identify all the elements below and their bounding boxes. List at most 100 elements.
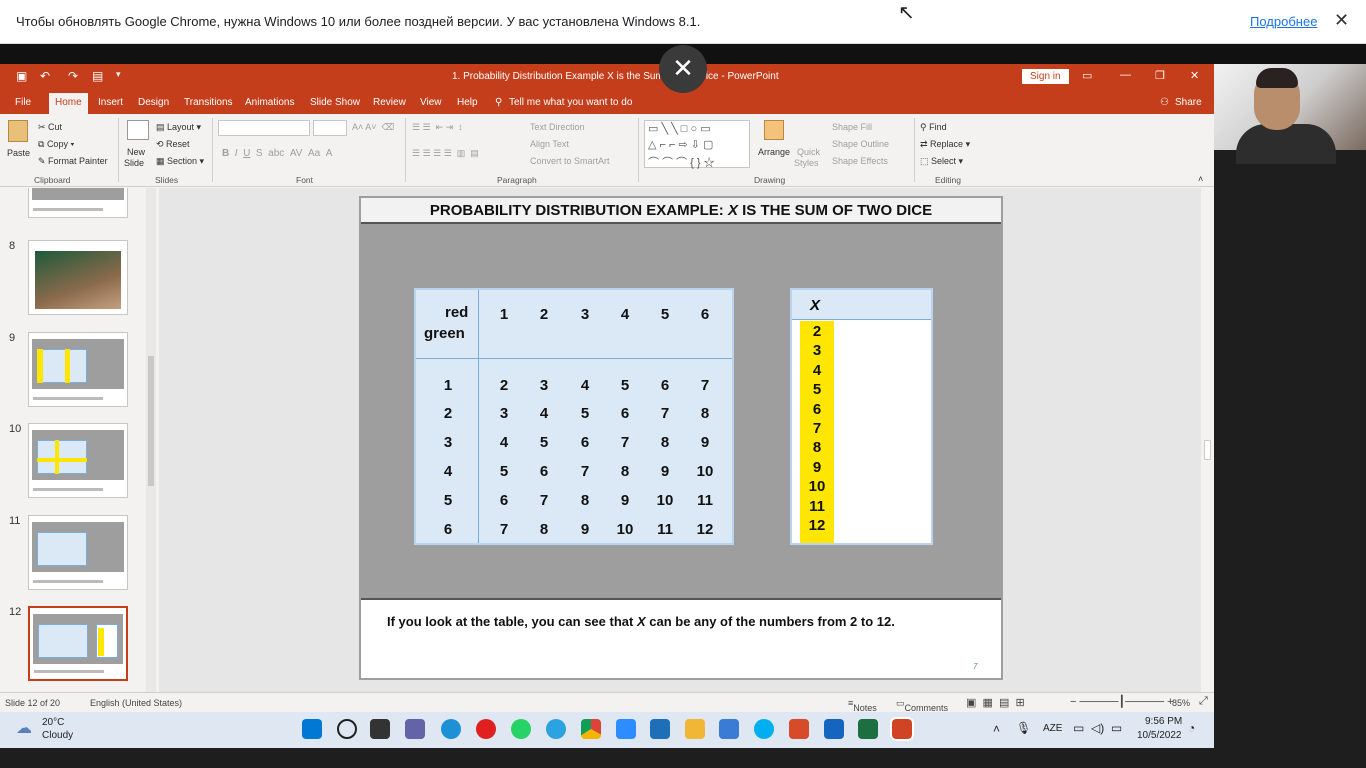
share-button[interactable]: Share [1175,97,1202,108]
notes-button[interactable]: ≡ Notes [848,698,877,713]
shape-outline-button[interactable]: Shape Outline [832,139,889,149]
slide-thumbnail-12[interactable] [28,606,128,681]
cut-button[interactable]: ✂ Cut [38,122,62,133]
start-slideshow-icon[interactable]: ▤ [92,69,103,83]
slide-thumbnail-10[interactable] [28,423,128,498]
font-format-icons[interactable]: B I U S abc AV Aa A [222,148,332,159]
app-icon[interactable] [789,719,809,739]
font-size-icons[interactable]: A˄ A˅ ⌫ [352,122,394,133]
new-slide-button-line2[interactable]: Slide [124,158,144,168]
edge-icon[interactable] [441,719,461,739]
tab-review[interactable]: Review [373,97,406,108]
copy-button[interactable]: ⧉ Copy ▾ [38,139,74,150]
start-icon[interactable] [302,719,322,739]
tab-animations[interactable]: Animations [245,97,294,108]
window-close-icon[interactable]: ✕ [1190,69,1199,82]
tab-view[interactable]: View [420,97,442,108]
section-button[interactable]: ▦ Section ▾ [156,156,204,167]
tell-me-search[interactable]: Tell me what you want to do [509,97,632,108]
chrome-icon[interactable] [581,719,601,739]
maximize-icon[interactable]: ❐ [1155,69,1165,82]
replace-button[interactable]: ⇄ Replace ▾ [920,139,970,150]
font-size-input[interactable] [313,120,347,136]
text-direction-button[interactable]: Text Direction [530,122,585,132]
zoom-level[interactable]: 85% [1172,698,1190,708]
clock-date[interactable]: 10/5/2022 [1137,730,1182,741]
slide-scrollbar[interactable] [1201,188,1214,692]
search-icon[interactable] [337,719,357,739]
paste-icon[interactable] [8,120,28,142]
microphone-icon[interactable]: 🎙 [1016,721,1031,735]
task-view-icon[interactable] [370,719,390,739]
save-icon[interactable]: ▣ [16,69,27,83]
font-name-input[interactable] [218,120,310,136]
layout-button[interactable]: ▤ Layout ▾ [156,122,201,133]
align-icons[interactable]: ☰ ☰ ☰ ☰ ▥ ▤ [412,148,479,159]
redo-icon[interactable]: ↷ [68,69,78,83]
weather-temp[interactable]: 20°C [42,717,64,728]
skype-icon[interactable] [754,719,774,739]
tab-slide-show[interactable]: Slide Show [310,97,360,108]
overlay-close-button[interactable]: ✕ [659,45,707,93]
quick-styles-button-line2[interactable]: Styles [794,158,819,168]
input-language[interactable]: AZE [1043,723,1062,734]
shape-fill-button[interactable]: Shape Fill [832,122,872,132]
quick-styles-button[interactable]: Quick [797,147,820,157]
list-icons[interactable]: ☰ ☰ ⇤ ⇥ ↕ [412,122,463,133]
undo-icon[interactable]: ↶ [40,69,50,83]
file-explorer-icon[interactable] [685,719,705,739]
x-value: 8 [812,439,822,457]
photos-icon[interactable] [824,719,844,739]
weather-desc[interactable]: Cloudy [42,730,73,741]
ribbon-display-icon[interactable]: ▭ [1082,69,1092,82]
slide-thumbnail-8[interactable] [28,240,128,315]
tab-transitions[interactable]: Transitions [184,97,233,108]
notifications-icon[interactable]: ◔ [1188,721,1195,735]
arrange-button[interactable]: Arrange [758,147,790,157]
minimize-icon[interactable]: — [1120,69,1131,81]
thumbnail-scrollbar[interactable] [146,188,156,692]
slide-thumbnail-7[interactable] [28,188,128,218]
zoom-icon[interactable] [616,719,636,739]
current-slide[interactable]: PROBABILITY DISTRIBUTION EXAMPLE: X IS T… [359,196,1003,680]
align-text-button[interactable]: Align Text [530,139,569,149]
network-volume-battery-icons[interactable]: ▭ ◁) ▭ [1073,721,1122,735]
format-painter-button[interactable]: ✎ Format Painter [38,156,108,167]
convert-smartart-button[interactable]: Convert to SmartArt [530,156,610,166]
new-slide-button[interactable]: New [127,147,145,157]
comments-button[interactable]: ▭ Comments [896,698,948,713]
tab-help[interactable]: Help [457,97,478,108]
powerpoint-icon[interactable] [890,717,914,741]
whiteboard-icon[interactable] [650,719,670,739]
clock-time[interactable]: 9:56 PM [1145,716,1182,727]
tab-design[interactable]: Design [138,97,169,108]
paste-button[interactable]: Paste [7,148,30,158]
shape-effects-button[interactable]: Shape Effects [832,156,888,166]
telegram-icon[interactable] [546,719,566,739]
tab-home[interactable]: Home [49,93,88,114]
infobar-close-icon[interactable]: ✕ [1334,10,1349,31]
select-button[interactable]: ⬚ Select ▾ [920,156,963,167]
record-icon[interactable] [476,719,496,739]
store-icon[interactable] [719,719,739,739]
slide-thumbnail-11[interactable] [28,515,128,590]
tab-insert[interactable]: Insert [98,97,123,108]
view-buttons[interactable]: ▣ ▦ ▤ ⊞ [966,696,1025,709]
whatsapp-icon[interactable] [511,719,531,739]
arrange-icon[interactable] [764,120,784,140]
language-indicator[interactable]: English (United States) [90,698,182,708]
zoom-slider[interactable]: − ─────┃───── + [1070,695,1174,708]
tray-overflow-icon[interactable]: ˄ [993,722,1000,736]
excel-icon[interactable] [858,719,878,739]
new-slide-icon[interactable] [127,120,149,140]
slide-thumbnail-9[interactable] [28,332,128,407]
collapse-ribbon-icon[interactable]: ˄ [1198,174,1203,184]
customize-qat-icon[interactable]: ▾ [116,69,121,80]
infobar-more-link[interactable]: Подробнее [1250,14,1317,29]
reset-button[interactable]: ⟲ Reset [156,139,190,150]
chat-icon[interactable] [405,719,425,739]
sign-in-button[interactable]: Sign in [1022,69,1069,84]
fit-slide-icon[interactable]: ⤢ [1199,695,1208,708]
find-button[interactable]: ⚲ Find [920,122,947,133]
tab-file[interactable]: File [15,97,31,108]
